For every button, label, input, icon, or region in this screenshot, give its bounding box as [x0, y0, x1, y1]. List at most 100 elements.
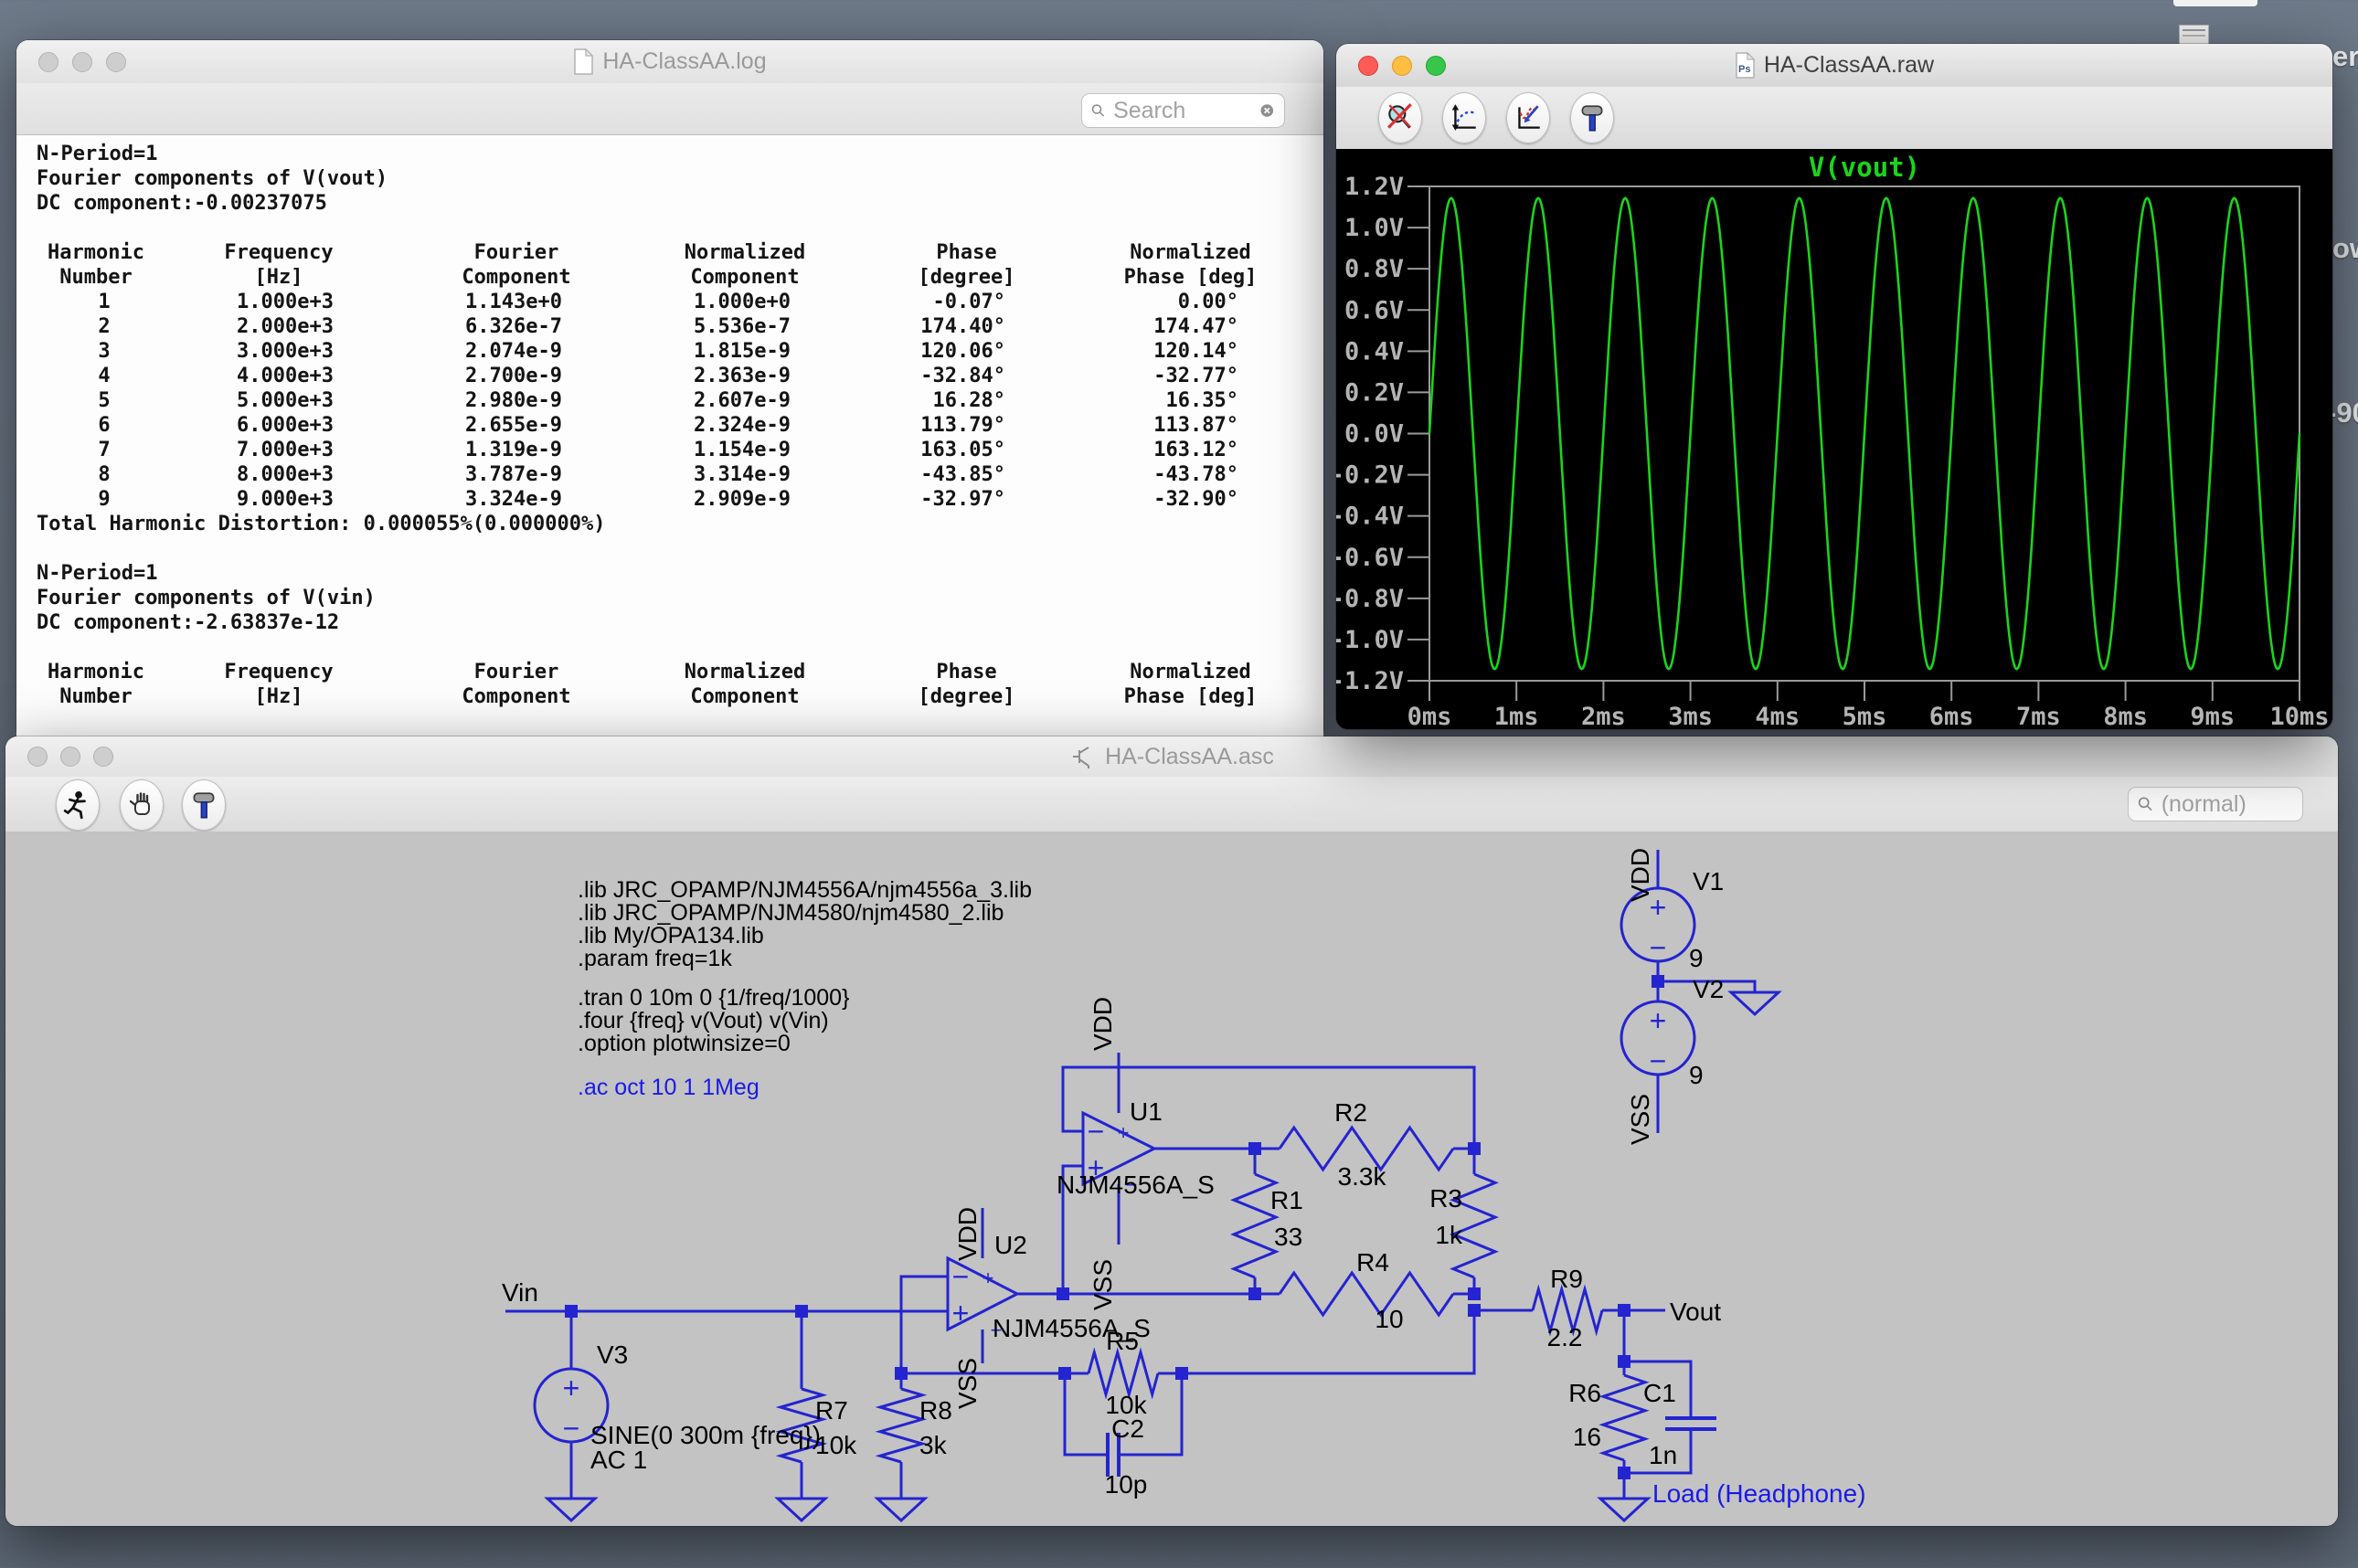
previous-plot-icon [1518, 105, 1540, 129]
previous-plot-button[interactable] [1506, 92, 1550, 143]
y-axis-label: 0.6V [1344, 296, 1404, 324]
r6-ref: R6 [1568, 1379, 1601, 1407]
svg-text:+: + [982, 1266, 994, 1289]
net-label-vss-v2: VSS [1626, 1094, 1654, 1145]
run-button[interactable] [56, 779, 100, 831]
r7-value: 10k [815, 1431, 857, 1459]
y-axis-label: 0.8V [1344, 255, 1404, 283]
net-label-vin: Vin [502, 1278, 538, 1307]
x-axis-label: 8ms [2103, 703, 2148, 729]
log-titlebar[interactable]: HA-ClassAA.log [16, 40, 1323, 84]
zoom-rect-button[interactable] [1378, 92, 1422, 143]
close-button[interactable] [1358, 55, 1378, 76]
zoom-button[interactable] [93, 747, 113, 767]
minimize-button[interactable] [1392, 55, 1412, 76]
r5-ref: R5 [1106, 1327, 1139, 1355]
svg-text:−: − [563, 1412, 580, 1445]
schematic-search-input[interactable] [2159, 789, 2293, 819]
log-table-header: Harmonic Frequency Fourier Normalized Phase N… [48, 241, 1251, 264]
u2-ref: U2 [994, 1231, 1027, 1259]
schematic-drawing: −+ +− −+ +− +− +− +− Vin Vout V3 SINE(0 … [502, 848, 1866, 1523]
r9-value: 2.2 [1547, 1323, 1583, 1351]
search-input[interactable] [1111, 96, 1254, 125]
c2-value: 10p [1105, 1470, 1148, 1499]
y-axis-label: 0.0V [1344, 420, 1404, 449]
y-axis-label: 1.2V [1344, 173, 1404, 201]
waveform-window: Ps HA-ClassAA.raw V(vout) 1.2V 1.0V 0.8V… [1336, 44, 2332, 729]
x-axis-label: 2ms [1581, 703, 1626, 729]
c1-ref: C1 [1643, 1379, 1676, 1407]
x-axis-label: 6ms [1929, 703, 1974, 729]
v2-ref: V2 [1693, 975, 1724, 1003]
r6-value: 16 [1573, 1423, 1601, 1451]
svg-text:−: − [952, 1260, 970, 1293]
clear-search-icon[interactable] [1259, 101, 1275, 121]
document-icon [574, 48, 594, 75]
y-axis-label: -0.4V [1336, 503, 1404, 531]
log-content: N-Period=1 Fourier components of V(vout) D… [16, 135, 1323, 740]
control-panel-button[interactable] [182, 779, 226, 831]
v1-ref: V1 [1693, 867, 1724, 895]
close-button[interactable] [38, 51, 58, 72]
directive-tran: .tran 0 10m 0 {1/freq/1000} [578, 985, 849, 1011]
plot-title: V(vout) [1809, 152, 1920, 183]
directive-lib2: .lib JRC_OPAMP/NJM4580/njm4580_2.lib [578, 900, 1004, 926]
y-axis-label: -0.2V [1336, 461, 1404, 490]
zoom-button[interactable] [106, 51, 126, 72]
net-label-vss-u2: VSS [953, 1358, 982, 1409]
y-axis-label: -0.8V [1336, 585, 1404, 613]
r4-ref: R4 [1356, 1248, 1389, 1277]
log-table-row: 9 9.000e+3 3.324e-9 2.909e-9 -32.97° -32.90° [98, 488, 1238, 511]
svg-text:Ps: Ps [1738, 64, 1750, 75]
log-line: Fourier components of V(vin) [37, 587, 376, 609]
y-axis-label: -0.6V [1336, 544, 1404, 572]
log-line: N-Period=1 [37, 562, 158, 585]
r8-ref: R8 [919, 1396, 952, 1425]
schematic-titlebar[interactable]: HA-ClassAA.asc [5, 736, 2338, 778]
schematic-search-field[interactable] [2128, 787, 2303, 821]
desktop: { "desktop": { "fragments": { "t1": "er.… [0, 0, 2358, 1568]
net-label-vout: Vout [1670, 1298, 1721, 1326]
drag-button[interactable] [120, 779, 164, 831]
autorange-button[interactable] [1442, 92, 1486, 143]
schematic-canvas[interactable]: − + + − − + + − + − + − + − Vin Vout V3 SINE(0 … [5, 832, 2338, 1526]
net-label-vss-u1: VSS [1089, 1259, 1117, 1310]
minimize-button[interactable] [60, 747, 80, 767]
load-comment: Load (Headphone) [1652, 1479, 1866, 1508]
autorange-icon [1451, 104, 1476, 131]
window-title: HA-ClassAA.log [602, 48, 767, 74]
waveform-titlebar[interactable]: Ps HA-ClassAA.raw [1336, 44, 2332, 88]
net-label-vdd-u1: VDD [1089, 997, 1117, 1051]
control-panel-button[interactable] [1570, 92, 1614, 143]
log-table-row: 5 5.000e+3 2.980e-9 2.607e-9 16.28° 16.35° [98, 389, 1238, 412]
svg-text:−: − [1650, 931, 1667, 964]
r4-value: 10 [1375, 1305, 1403, 1333]
directive-lib1: .lib JRC_OPAMP/NJM4556A/njm4556a_3.lib [578, 877, 1032, 903]
log-line: DC component:-2.63837e-12 [37, 611, 340, 634]
net-label-vdd-v1: VDD [1626, 848, 1654, 902]
svg-text:−: − [1650, 1044, 1667, 1077]
zoom-button[interactable] [1426, 55, 1446, 76]
minimize-button[interactable] [72, 51, 92, 72]
x-axis-label: 0ms [1407, 703, 1452, 729]
log-toolbar [16, 83, 1323, 135]
directive-ac: .ac oct 10 1 1Meg [578, 1075, 759, 1100]
raw-doc-icon: Ps [1736, 52, 1756, 79]
r7-ref: R7 [815, 1396, 848, 1425]
waveform-plot-area[interactable]: V(vout) 1.2V 1.0V 0.8V 0.6V 0.4V 0.2V 0.0V -0.2V… [1336, 149, 2332, 729]
directive-four: .four {freq} v(Vout) v(Vin) [578, 1008, 829, 1033]
x-axis-label: 5ms [1843, 703, 1887, 729]
close-button[interactable] [27, 747, 48, 767]
x-axis-label: 7ms [2016, 703, 2061, 729]
v3-ref: V3 [597, 1340, 628, 1369]
schematic-doc-icon [1073, 747, 1090, 768]
v1-value: 9 [1689, 944, 1704, 972]
svg-text:+: + [1118, 1121, 1130, 1144]
y-axis-label: 0.2V [1344, 378, 1404, 407]
schematic-toolbar [5, 777, 2338, 832]
r8-value: 3k [919, 1431, 948, 1459]
search-field[interactable] [1081, 93, 1285, 128]
